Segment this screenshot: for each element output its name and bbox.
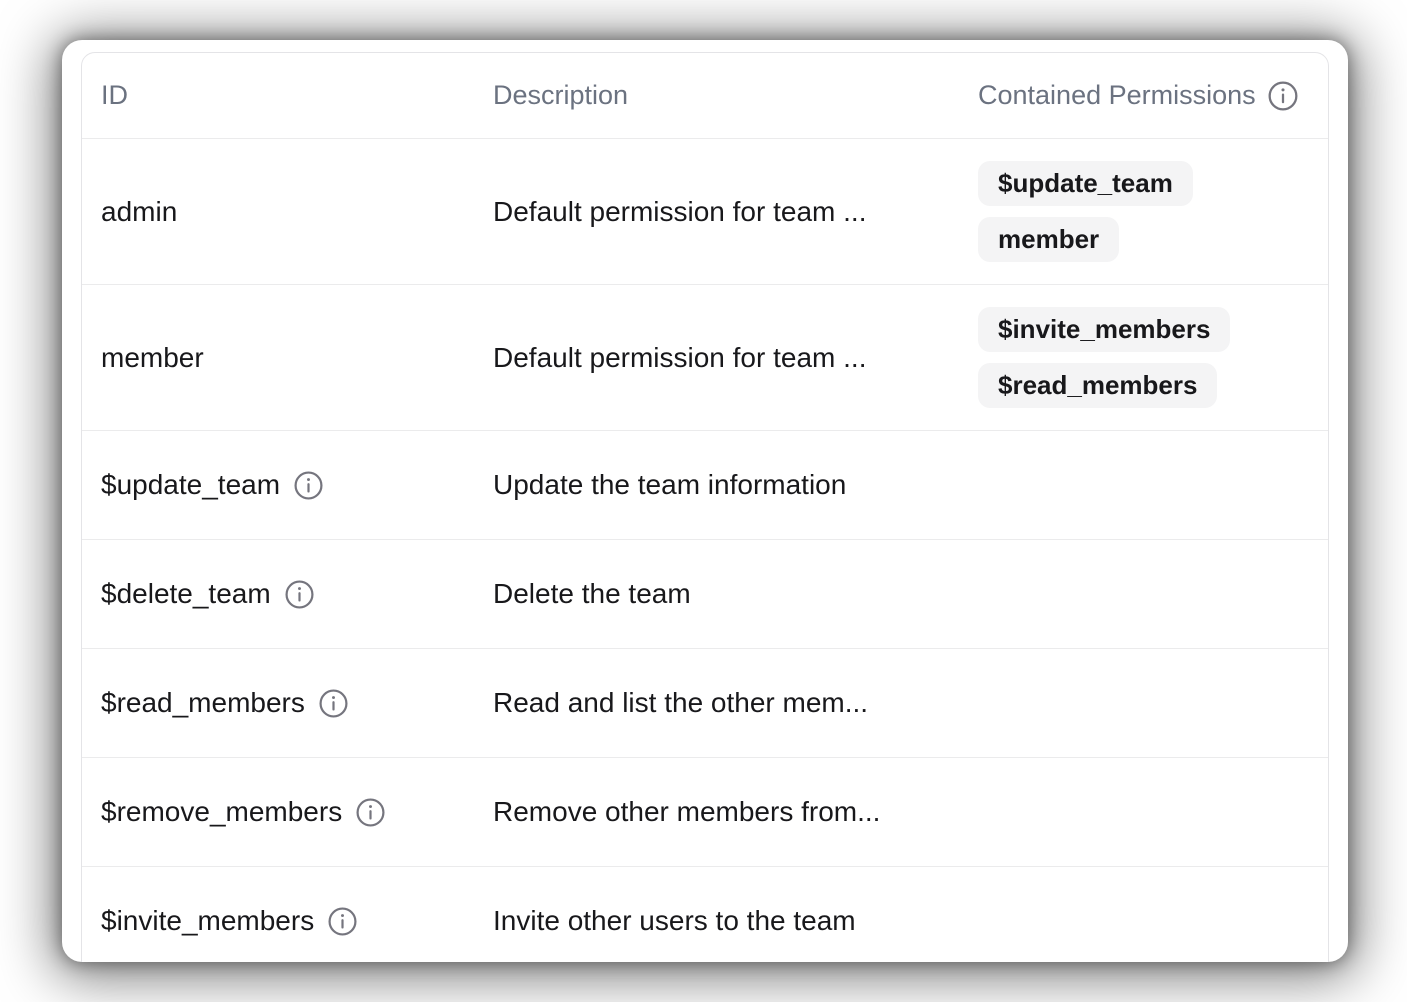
table-row: $update_team Update the team information	[82, 431, 1328, 540]
row-description: Default permission for team ...	[493, 342, 978, 374]
row-id-cell: member	[82, 342, 493, 374]
row-description: Default permission for team ...	[493, 196, 978, 228]
row-id-cell: $invite_members	[82, 905, 493, 937]
table-body: admin Default permission for team ... $u…	[82, 139, 1328, 962]
row-contained-permissions: $update_teammember	[978, 139, 1328, 284]
info-icon[interactable]	[284, 579, 315, 610]
row-id-label: $update_team	[101, 469, 280, 501]
table-row: $delete_team Delete the team	[82, 540, 1328, 649]
row-id-label: $read_members	[101, 687, 305, 719]
column-header-label: Contained Permissions	[978, 80, 1256, 111]
column-header-id: ID	[82, 80, 493, 111]
row-id-label: $invite_members	[101, 905, 314, 937]
permission-badge: member	[978, 217, 1119, 262]
permission-badge: $invite_members	[978, 307, 1230, 352]
info-icon[interactable]	[318, 688, 349, 719]
row-id-cell: $delete_team	[82, 578, 493, 610]
permissions-card: ID Description Contained Permissions adm…	[62, 40, 1348, 962]
row-id-label: member	[101, 342, 204, 374]
row-contained-permissions	[978, 540, 1328, 648]
table-row: $invite_members Invite other users to th…	[82, 867, 1328, 962]
table-header-row: ID Description Contained Permissions	[82, 53, 1328, 139]
row-id-cell: $read_members	[82, 687, 493, 719]
row-description: Read and list the other mem...	[493, 687, 978, 719]
row-contained-permissions: $invite_members $read_members	[978, 285, 1328, 430]
row-description: Remove other members from...	[493, 796, 978, 828]
page: ID Description Contained Permissions adm…	[0, 0, 1407, 1002]
row-id-cell: admin	[82, 196, 493, 228]
row-contained-permissions	[978, 758, 1328, 866]
row-description: Delete the team	[493, 578, 978, 610]
table-row: $read_members Read and list the other me…	[82, 649, 1328, 758]
column-header-description: Description	[493, 80, 978, 111]
row-id-label: admin	[101, 196, 177, 228]
row-description: Update the team information	[493, 469, 978, 501]
info-icon[interactable]	[355, 797, 386, 828]
table-row: admin Default permission for team ... $u…	[82, 139, 1328, 285]
row-contained-permissions	[978, 649, 1328, 757]
row-contained-permissions	[978, 867, 1328, 962]
row-description: Invite other users to the team	[493, 905, 978, 937]
table-row: $remove_members Remove other members fro…	[82, 758, 1328, 867]
table-row: member Default permission for team ... $…	[82, 285, 1328, 431]
permission-badge: $read_members	[978, 363, 1217, 408]
row-id-label: $remove_members	[101, 796, 342, 828]
info-icon[interactable]	[327, 906, 358, 937]
row-id-label: $delete_team	[101, 578, 271, 610]
info-icon[interactable]	[293, 470, 324, 501]
info-icon[interactable]	[1267, 80, 1299, 112]
row-contained-permissions	[978, 431, 1328, 539]
row-id-cell: $update_team	[82, 469, 493, 501]
column-header-contained-permissions: Contained Permissions	[978, 80, 1328, 112]
permissions-table: ID Description Contained Permissions adm…	[81, 52, 1329, 962]
permission-badge: $update_team	[978, 161, 1193, 206]
row-id-cell: $remove_members	[82, 796, 493, 828]
